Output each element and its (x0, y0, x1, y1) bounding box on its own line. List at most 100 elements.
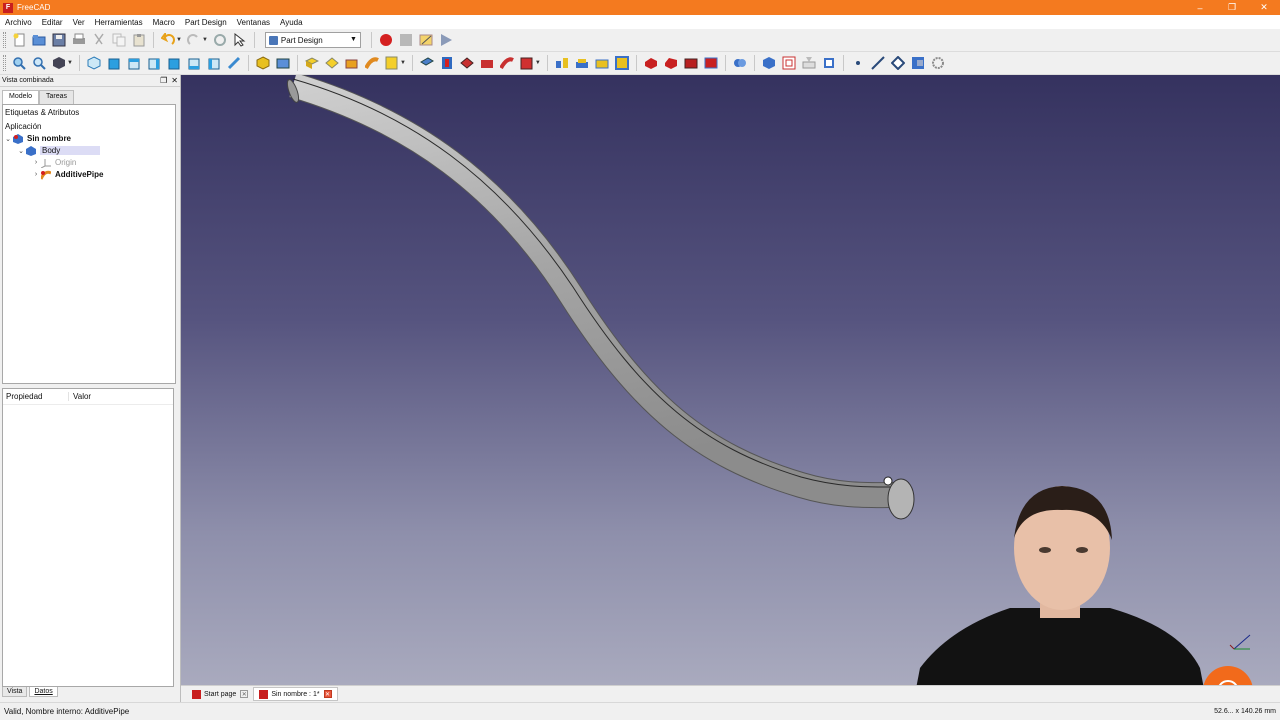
redo-dropdown-icon[interactable]: ▼ (202, 37, 208, 43)
tab-sin-nombre[interactable]: Sin nombre : 1* ✕ (253, 687, 338, 701)
bottom-view-icon[interactable] (186, 55, 202, 71)
isometric-view-icon[interactable] (86, 55, 102, 71)
copy-icon[interactable] (111, 32, 127, 48)
close-tab-icon[interactable]: ✕ (240, 690, 249, 698)
tree-item-body[interactable]: ⌄ Body (16, 145, 101, 156)
chevron-down-icon[interactable]: ⌄ (3, 135, 13, 143)
chevron-down-icon[interactable]: ⌄ (16, 147, 26, 155)
pad-icon[interactable] (304, 55, 320, 71)
sub-shape-binder-icon[interactable] (801, 55, 817, 71)
datum-plane-icon[interactable] (890, 55, 906, 71)
measure-icon[interactable] (226, 55, 242, 71)
subtractive-helix-icon[interactable] (519, 55, 535, 71)
model-tree[interactable]: Etiquetas & Atributos Aplicación ⌄ Sin n… (2, 104, 176, 384)
linear-pattern-icon[interactable] (574, 55, 590, 71)
tab-datos[interactable]: Datos (29, 687, 58, 697)
whats-this-icon[interactable] (232, 32, 248, 48)
undo-icon[interactable] (160, 32, 176, 48)
shape-binder-icon[interactable] (761, 55, 777, 71)
local-coordinate-system-icon[interactable] (910, 55, 926, 71)
tab-vista[interactable]: Vista (2, 687, 28, 697)
paste-icon[interactable] (131, 32, 147, 48)
chevron-right-icon[interactable]: › (31, 171, 41, 178)
save-icon[interactable] (51, 32, 67, 48)
create-body-icon[interactable] (255, 55, 271, 71)
tree-item-origin[interactable]: › Origin (31, 157, 76, 168)
fillet-icon[interactable] (643, 55, 659, 71)
mirrored-icon[interactable] (554, 55, 570, 71)
additive-pipe-icon[interactable] (364, 55, 380, 71)
rear-view-icon[interactable] (166, 55, 182, 71)
menu-macro[interactable]: Macro (148, 18, 180, 27)
additive-loft-icon[interactable] (344, 55, 360, 71)
revolution-icon[interactable] (324, 55, 340, 71)
workbench-selector[interactable]: Part Design ▼ (264, 32, 361, 48)
pocket-icon[interactable] (419, 55, 435, 71)
draft-icon[interactable] (683, 55, 699, 71)
run-macro-icon[interactable] (438, 32, 454, 48)
tab-tareas[interactable]: Tareas (38, 90, 74, 104)
datum-line-icon[interactable] (870, 55, 886, 71)
cut-icon[interactable] (91, 32, 107, 48)
subtractive-primitive-dropdown-icon[interactable]: ▼ (535, 60, 541, 66)
menu-ver[interactable]: Ver (68, 18, 90, 27)
close-button[interactable]: ✕ (1248, 0, 1280, 15)
spur-gear-icon[interactable] (930, 55, 946, 71)
menu-herramientas[interactable]: Herramientas (90, 18, 148, 27)
restore-button[interactable]: ❐ (1216, 0, 1248, 15)
menu-ayuda[interactable]: Ayuda (275, 18, 308, 27)
property-editor[interactable]: Propiedad Valor (2, 388, 174, 687)
chamfer-icon[interactable] (663, 55, 679, 71)
toolbar-separator (842, 55, 844, 71)
float-panel-icon[interactable]: ❐ (160, 76, 167, 85)
chevron-right-icon[interactable]: › (31, 159, 41, 166)
minimize-button[interactable]: – (1184, 0, 1216, 15)
toolbar-grip[interactable] (3, 55, 6, 71)
datum-icon[interactable] (821, 55, 837, 71)
menu-archivo[interactable]: Archivo (0, 18, 37, 27)
new-file-icon[interactable] (11, 32, 27, 48)
menu-ventanas[interactable]: Ventanas (232, 18, 275, 27)
left-view-icon[interactable] (206, 55, 222, 71)
print-icon[interactable] (71, 32, 87, 48)
front-view-icon[interactable] (106, 55, 122, 71)
property-column-header[interactable]: Propiedad (3, 392, 69, 401)
datum-point-icon[interactable] (850, 55, 866, 71)
refresh-icon[interactable] (212, 32, 228, 48)
additive-helix-icon[interactable] (384, 55, 400, 71)
close-panel-icon[interactable]: ✕ (171, 76, 178, 85)
boolean-icon[interactable] (732, 55, 748, 71)
fit-selection-icon[interactable] (31, 55, 47, 71)
open-file-icon[interactable] (31, 32, 47, 48)
polar-pattern-icon[interactable] (594, 55, 610, 71)
fit-all-icon[interactable] (11, 55, 27, 71)
menu-editar[interactable]: Editar (37, 18, 68, 27)
edit-macro-icon[interactable] (418, 32, 434, 48)
subtractive-loft-icon[interactable] (479, 55, 495, 71)
menu-part-design[interactable]: Part Design (180, 18, 232, 27)
multi-transform-icon[interactable] (614, 55, 630, 71)
tree-item-document[interactable]: ⌄ Sin nombre (3, 133, 71, 144)
undo-dropdown-icon[interactable]: ▼ (176, 37, 182, 43)
draw-style-dropdown-icon[interactable]: ▼ (67, 60, 73, 66)
stop-macro-icon[interactable] (398, 32, 414, 48)
redo-icon[interactable] (186, 32, 202, 48)
tab-modelo[interactable]: Modelo (2, 90, 39, 104)
thickness-icon[interactable] (703, 55, 719, 71)
tree-item-additive-pipe[interactable]: › AdditivePipe (31, 169, 103, 180)
draw-style-icon[interactable] (51, 55, 67, 71)
additive-primitive-dropdown-icon[interactable]: ▼ (400, 60, 406, 66)
hole-icon[interactable] (439, 55, 455, 71)
close-tab-icon[interactable]: ✕ (323, 690, 332, 698)
top-view-icon[interactable] (126, 55, 142, 71)
record-macro-icon[interactable] (378, 32, 394, 48)
tab-start-page[interactable]: Start page ✕ (187, 687, 253, 701)
value-column-header[interactable]: Valor (69, 392, 91, 401)
groove-icon[interactable] (459, 55, 475, 71)
subtractive-pipe-icon[interactable] (499, 55, 515, 71)
toolbar-grip[interactable] (3, 32, 6, 48)
right-view-icon[interactable] (146, 55, 162, 71)
clone-icon[interactable] (781, 55, 797, 71)
combo-tabs: Modelo Tareas (0, 87, 180, 104)
create-part-icon[interactable] (275, 55, 291, 71)
